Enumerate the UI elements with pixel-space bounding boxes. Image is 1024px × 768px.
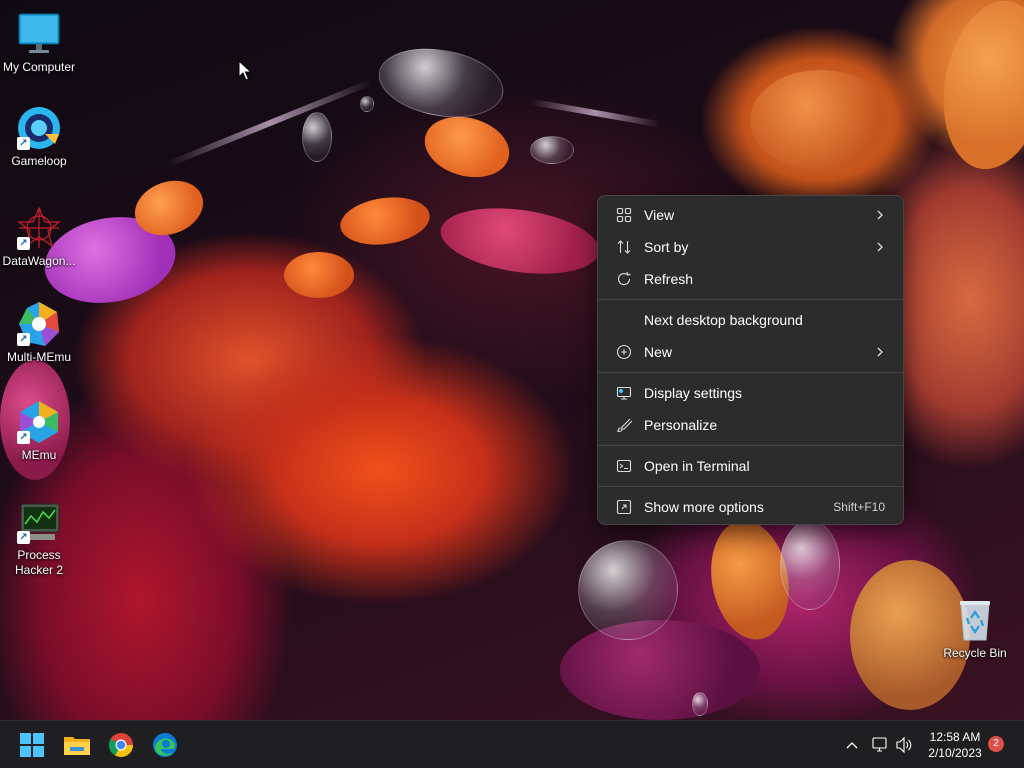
mouse-cursor-icon: [238, 60, 252, 81]
desktop-icon-recycle-bin[interactable]: Recycle Bin: [936, 596, 1014, 661]
clock-date: 2/10/2023: [928, 746, 982, 760]
desktop-icon-multi-memu[interactable]: ↗ Multi-MEmu: [0, 300, 78, 365]
chevron-right-icon: [877, 347, 883, 357]
shortcut-arrow-icon: ↗: [17, 333, 30, 346]
wallpaper-droplet: [360, 96, 374, 112]
desktop-icon-gameloop[interactable]: ↗ Gameloop: [0, 104, 78, 169]
menu-item-open-in-terminal[interactable]: Open in Terminal: [602, 450, 899, 482]
grid-view-icon: [616, 207, 632, 223]
volume-icon: [896, 736, 912, 754]
wallpaper-droplet: [578, 540, 678, 640]
monitor-icon: [15, 10, 63, 58]
menu-item-show-more-options[interactable]: Show more options Shift+F10: [602, 491, 899, 523]
display-settings-icon: [616, 386, 632, 400]
menu-item-new[interactable]: New: [602, 336, 899, 368]
multi-memu-icon: ↗: [15, 300, 63, 348]
start-button[interactable]: [16, 729, 48, 761]
desktop-icon-label: My Computer: [2, 60, 76, 74]
network-status-button[interactable]: [870, 721, 890, 768]
wallpaper-shape: [930, 0, 1024, 178]
show-hidden-icons-button[interactable]: [842, 721, 862, 768]
sort-icon: [617, 240, 631, 254]
network-icon: [872, 737, 887, 752]
file-explorer-icon: [64, 737, 90, 755]
wallpaper-shape: [750, 70, 890, 170]
wallpaper-streak: [166, 79, 374, 167]
wallpaper-droplet: [780, 520, 840, 610]
gameloop-icon: ↗: [15, 104, 63, 152]
menu-item-refresh[interactable]: Refresh: [602, 263, 899, 295]
wallpaper-streak: [530, 98, 660, 128]
shortcut-arrow-icon: ↗: [17, 237, 30, 250]
menu-separator: [598, 299, 903, 300]
terminal-icon: [616, 459, 632, 473]
windows-start-icon: [20, 733, 44, 757]
taskbar-file-explorer[interactable]: [61, 729, 93, 761]
menu-item-label: Display settings: [644, 385, 743, 401]
menu-item-label: Personalize: [644, 417, 718, 433]
desktop-icon-label: MEmu: [21, 448, 57, 462]
brush-icon: [617, 418, 632, 433]
edge-icon: [153, 733, 177, 757]
plus-circle-icon: [616, 344, 632, 360]
desktop-icon-process-hacker[interactable]: ↗ Process Hacker 2: [0, 498, 78, 578]
wallpaper-shape: [417, 107, 517, 187]
menu-item-view[interactable]: View: [602, 199, 899, 231]
chevron-up-icon: [846, 742, 858, 749]
taskbar-edge[interactable]: [149, 729, 181, 761]
menu-item-label: View: [644, 207, 675, 223]
wallpaper-droplet: [692, 692, 708, 716]
chevron-right-icon: [877, 210, 883, 220]
menu-item-sort-by[interactable]: Sort by: [602, 231, 899, 263]
menu-item-label: New: [644, 344, 673, 360]
wallpaper-shape: [436, 199, 604, 283]
chrome-icon: [108, 733, 133, 758]
desktop-icon-my-computer[interactable]: My Computer: [0, 10, 78, 75]
menu-item-label: Open in Terminal: [644, 458, 750, 474]
desktop-icon-label: Multi-MEmu: [6, 350, 71, 364]
memu-icon: ↗: [15, 398, 63, 446]
menu-item-next-desktop-background[interactable]: Next desktop background: [602, 304, 899, 336]
taskbar-clock[interactable]: 12:58 AM 2/10/2023: [920, 729, 990, 761]
wallpaper-droplet: [530, 136, 574, 164]
clock-time: 12:58 AM: [929, 730, 981, 744]
recycle-bin-icon: [951, 596, 999, 644]
menu-item-label: Refresh: [644, 271, 694, 287]
desktop-icon-datawagon[interactable]: ↗ DataWagon...: [0, 204, 78, 269]
chevron-right-icon: [877, 242, 883, 252]
wallpaper-shape: [284, 252, 354, 298]
menu-separator: [598, 445, 903, 446]
keyboard-shortcut: Shift+F10: [833, 500, 885, 514]
desktop-icon-label: Recycle Bin: [943, 646, 1007, 660]
desktop-icon-label: Process Hacker 2: [14, 548, 64, 577]
desktop-icon-label: DataWagon...: [2, 254, 76, 268]
wallpaper-shape: [560, 620, 760, 720]
refresh-icon: [617, 271, 631, 286]
menu-item-label: Sort by: [644, 239, 689, 255]
process-hacker-icon: ↗: [15, 498, 63, 546]
shortcut-arrow-icon: ↗: [17, 431, 30, 444]
notification-badge[interactable]: 2: [988, 736, 1004, 752]
volume-button[interactable]: [894, 721, 914, 768]
menu-item-label: Show more options: [644, 499, 764, 515]
shortcut-arrow-icon: ↗: [17, 137, 30, 150]
menu-item-personalize[interactable]: Personalize: [602, 409, 899, 441]
menu-separator: [598, 486, 903, 487]
taskbar: 12:58 AM 2/10/2023: [0, 720, 1024, 768]
wallpaper-droplet: [373, 39, 509, 127]
desktop-icon-memu[interactable]: ↗ MEmu: [0, 398, 78, 463]
menu-item-label: Next desktop background: [644, 312, 803, 328]
wallpaper-droplet: [302, 112, 332, 162]
datawagon-icon: ↗: [15, 204, 63, 252]
desktop-context-menu: View Sort by Refresh Next desktop backgr…: [597, 195, 904, 525]
menu-item-display-settings[interactable]: Display settings: [602, 377, 899, 409]
desktop-icon-label: Gameloop: [11, 154, 67, 168]
shortcut-arrow-icon: ↗: [17, 531, 30, 544]
more-options-icon: [616, 499, 632, 515]
menu-separator: [598, 372, 903, 373]
wallpaper-shape: [337, 191, 433, 251]
taskbar-chrome[interactable]: [105, 729, 137, 761]
